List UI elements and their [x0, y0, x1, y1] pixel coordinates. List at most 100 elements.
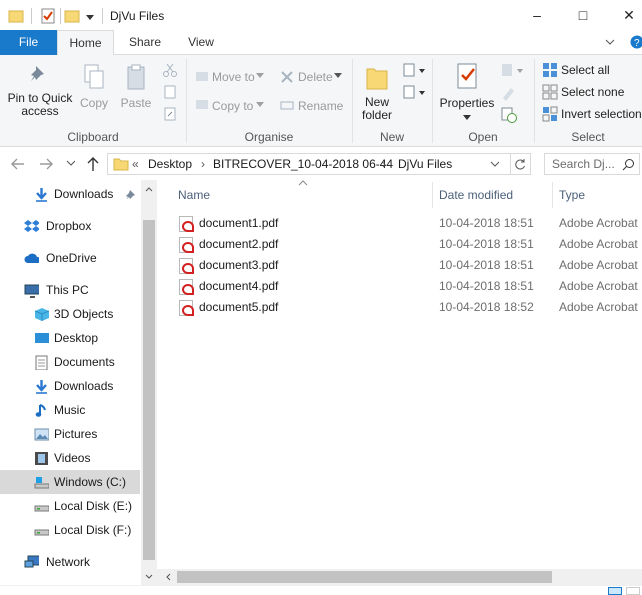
new-folder-button[interactable]: New folder	[356, 63, 398, 122]
pdf-file-icon	[179, 216, 194, 232]
video-icon	[35, 452, 48, 465]
sort-ascending-icon	[298, 180, 308, 186]
select-none-button[interactable]: Select none	[561, 85, 624, 99]
scrollbar-thumb[interactable]	[177, 571, 552, 583]
scroll-left-icon[interactable]	[165, 573, 171, 581]
select-all-button[interactable]: Select all	[561, 63, 610, 77]
column-header-name[interactable]: Name	[178, 188, 210, 202]
nav-item-music[interactable]: Music	[0, 398, 140, 422]
nav-item-downloads[interactable]: Downloads	[0, 374, 140, 398]
properties-button[interactable]: Properties	[438, 63, 496, 124]
new-item-icon[interactable]	[402, 62, 426, 80]
table-row[interactable]: document2.pdf 10-04-2018 18:51 Adobe Acr…	[157, 234, 642, 255]
column-header-date[interactable]: Date modified	[439, 188, 513, 202]
close-button[interactable]: ✕	[606, 0, 642, 30]
tab-share[interactable]: Share	[120, 30, 170, 55]
history-icon[interactable]	[500, 106, 518, 124]
scrollbar-thumb[interactable]	[143, 220, 155, 560]
large-icons-view-button[interactable]	[626, 587, 640, 595]
search-icon[interactable]	[622, 158, 635, 171]
breadcrumb-separator-icon[interactable]: ›	[382, 157, 386, 171]
copy-button[interactable]: Copy	[76, 63, 112, 110]
overflow-crumbs[interactable]: «	[132, 157, 139, 171]
nav-item-downloads-quick[interactable]: Downloads	[0, 182, 140, 206]
paste-shortcut-icon[interactable]	[162, 106, 178, 122]
tab-file[interactable]: File	[0, 30, 57, 55]
column-header-type[interactable]: Type	[559, 188, 585, 202]
scroll-down-icon[interactable]	[145, 574, 153, 580]
nav-scrollbar[interactable]	[141, 180, 157, 585]
select-all-icon	[543, 63, 557, 77]
chevron-down-icon[interactable]	[604, 36, 616, 48]
address-dropdown-icon[interactable]	[490, 161, 500, 169]
address-bar[interactable]: « Desktop › BITRECOVER_10-04-2018 06-44 …	[107, 153, 511, 175]
up-arrow-icon[interactable]	[86, 156, 100, 172]
cut-icon[interactable]	[162, 62, 178, 78]
breadcrumb-separator-icon[interactable]: ›	[201, 157, 205, 171]
edit-icon[interactable]	[500, 84, 518, 102]
nav-item-windows-c[interactable]: Windows (C:)	[0, 470, 140, 494]
nav-item-label: This PC	[46, 283, 89, 297]
easy-access-icon[interactable]	[402, 84, 426, 102]
tab-view[interactable]: View	[176, 30, 226, 55]
search-box[interactable]: Search Dj...	[544, 153, 640, 175]
breadcrumb-djvu-files[interactable]: DjVu Files	[398, 157, 452, 171]
delete-button[interactable]: Delete	[298, 70, 333, 84]
cube-icon	[34, 308, 49, 321]
minimize-button[interactable]: –	[514, 0, 560, 30]
search-input[interactable]: Search Dj...	[552, 157, 615, 171]
move-to-button[interactable]: Move to	[212, 70, 255, 84]
nav-item-dropbox[interactable]: Dropbox	[0, 214, 140, 238]
copy-path-icon[interactable]	[162, 84, 178, 100]
forward-arrow-icon[interactable]	[38, 157, 54, 171]
properties-checkmark-icon[interactable]	[40, 8, 56, 24]
nav-item-pictures[interactable]: Pictures	[0, 422, 140, 446]
folder-icon[interactable]	[8, 8, 24, 24]
copy-label: Copy	[79, 96, 108, 110]
recent-locations-chevron-icon[interactable]	[66, 160, 76, 168]
new-folder-icon[interactable]	[64, 8, 80, 24]
nav-item-local-disk-e[interactable]: Local Disk (E:)	[0, 494, 140, 518]
picture-icon	[34, 428, 49, 441]
properties-icon	[457, 63, 477, 89]
open-icon[interactable]	[500, 62, 526, 80]
pin-icon[interactable]	[126, 189, 136, 199]
pdf-file-icon	[179, 237, 194, 253]
nav-item-documents[interactable]: Documents	[0, 350, 140, 374]
pin-icon	[31, 66, 44, 81]
divider	[432, 182, 433, 208]
pin-to-quick-access-button[interactable]: Pin to Quick access	[4, 63, 76, 118]
details-view-button[interactable]	[608, 587, 622, 595]
paste-button[interactable]: Paste	[118, 63, 154, 110]
table-row[interactable]: document3.pdf 10-04-2018 18:51 Adobe Acr…	[157, 255, 642, 276]
pdf-file-icon	[179, 279, 194, 295]
maximize-button[interactable]: □	[560, 0, 606, 30]
nav-item-3d-objects[interactable]: 3D Objects	[0, 302, 140, 326]
invert-selection-button[interactable]: Invert selection	[561, 107, 642, 121]
breadcrumb-desktop[interactable]: Desktop	[148, 157, 192, 171]
table-row[interactable]: document1.pdf 10-04-2018 18:51 Adobe Acr…	[157, 213, 642, 234]
customize-dropdown-icon[interactable]	[84, 8, 96, 24]
horizontal-scrollbar[interactable]	[157, 569, 642, 585]
nav-item-label: OneDrive	[46, 251, 97, 265]
rename-button[interactable]: Rename	[298, 99, 343, 113]
table-row[interactable]: document5.pdf 10-04-2018 18:52 Adobe Acr…	[157, 297, 642, 318]
nav-item-network[interactable]: Network	[0, 550, 140, 574]
nav-item-this-pc[interactable]: This PC	[0, 278, 140, 302]
ribbon: Pin to Quick access Copy Paste Clipboard…	[0, 55, 642, 147]
nav-item-videos[interactable]: Videos	[0, 446, 140, 470]
table-row[interactable]: document4.pdf 10-04-2018 18:51 Adobe Acr…	[157, 276, 642, 297]
music-icon	[35, 404, 46, 417]
breadcrumb-bitrecover[interactable]: BITRECOVER_10-04-2018 06-44	[213, 157, 393, 171]
nav-item-onedrive[interactable]: OneDrive	[0, 246, 140, 270]
refresh-button[interactable]	[511, 153, 531, 175]
help-icon[interactable]: ?	[630, 35, 642, 49]
back-arrow-icon[interactable]	[10, 157, 26, 171]
nav-item-label: Desktop	[54, 331, 99, 345]
nav-item-local-disk-f[interactable]: Local Disk (F:)	[0, 518, 140, 542]
scroll-up-icon[interactable]	[145, 186, 153, 192]
nav-item-desktop[interactable]: Desktop	[0, 326, 140, 350]
nav-item-label: Downloads	[54, 187, 114, 201]
copy-to-button[interactable]: Copy to	[212, 99, 253, 113]
tab-home[interactable]: Home	[57, 30, 114, 56]
